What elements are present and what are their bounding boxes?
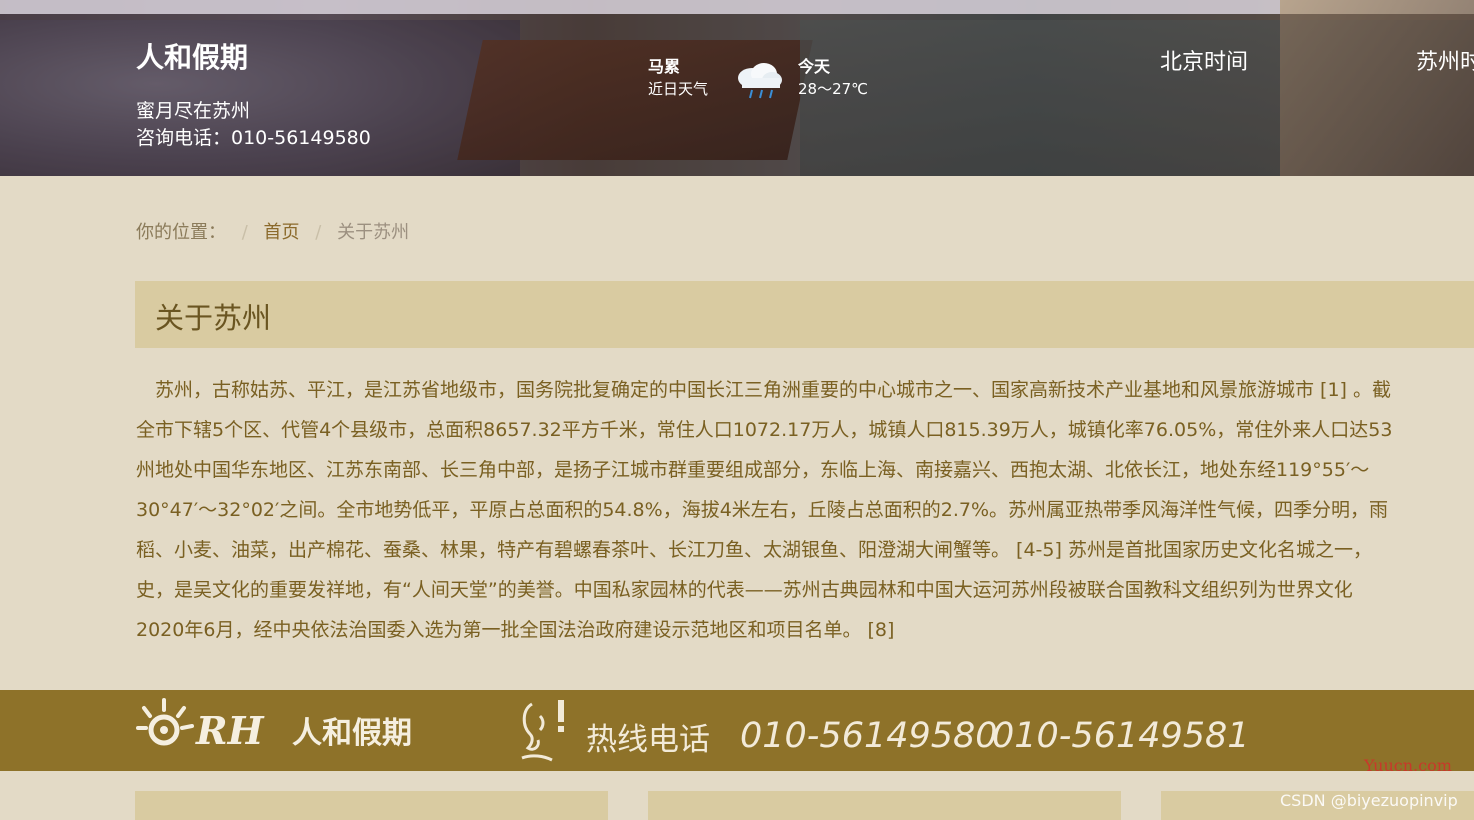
weather-temperature: 28～27℃ [798,80,869,98]
hotline-number-2: 010-56149581 [992,716,1250,756]
cloud-rain-icon [738,63,782,99]
sun-logo-icon [136,698,194,746]
content-card[interactable] [135,791,608,820]
site-title[interactable]: 人和假期 [136,36,248,76]
article-line: 史，是吴文化的重要发祥地，有“人间天堂”的美誉。中国私家园林的代表——苏州古典园… [136,579,1353,601]
hotline-number-1: 010-56149580 [740,716,998,756]
breadcrumb: 你的位置： / 首页 / 关于苏州 [136,218,409,244]
person-calling-icon [521,700,564,762]
site-tagline: 蜜月尽在苏州 [136,100,251,122]
beijing-time-label: 北京时间 [1160,50,1249,75]
weather-subtitle: 近日天气 [648,80,709,98]
weather-city: 马累 [648,57,681,76]
content-card[interactable] [648,791,1121,820]
breadcrumb-current: 关于苏州 [337,222,410,243]
csdn-watermark: CSDN @biyezuopinvip [1280,791,1458,810]
article-body: 苏州，古称姑苏、平江，是江苏省地级市，国务院批复确定的中国长江三角洲重要的中心城… [136,370,1474,650]
section-header: 关于苏州 [135,281,1474,348]
breadcrumb-home-link[interactable]: 首页 [264,222,300,243]
breadcrumb-separator: / [241,222,248,243]
consult-phone: 咨询电话：010-56149580 [136,127,371,149]
brand-rh-mark: RH [196,708,264,753]
brand-name: 人和假期 [292,716,412,751]
breadcrumb-label: 你的位置： [136,222,226,243]
article-line: 稻、小麦、油菜，出产棉花、蚕桑、林果，特产有碧螺春茶叶、长江刀鱼、太湖银鱼、阳澄… [136,539,1372,561]
breadcrumb-separator: / [315,222,322,243]
weather-day: 今天 [798,57,831,76]
header-top-band [0,0,1474,14]
section-title: 关于苏州 [155,301,272,335]
article-line: 全市下辖5个区、代管4个县级市，总面积8657.32平方千米，常住人口1072.… [136,419,1393,441]
suzhou-time-label: 苏州时 [1416,50,1474,75]
article-line: 州地处中国华东地区、江苏东南部、长三角中部，是扬子江城市群重要组成部分，东临上海… [136,459,1370,481]
article-line: 30°47′～32°02′之间。全市地势低平，平原占总面积的54.8%，海拔4米… [136,499,1389,521]
article-line: 苏州，古称姑苏、平江，是江苏省地级市，国务院批复确定的中国长江三角洲重要的中心城… [136,379,1391,401]
site-watermark: Yuucn.com [1364,756,1452,775]
article-line: 2020年6月，经中央依法治国委入选为第一批全国法治政府建设示范地区和项目名单。… [136,619,895,641]
hotline-label: 热线电话 [586,722,710,758]
